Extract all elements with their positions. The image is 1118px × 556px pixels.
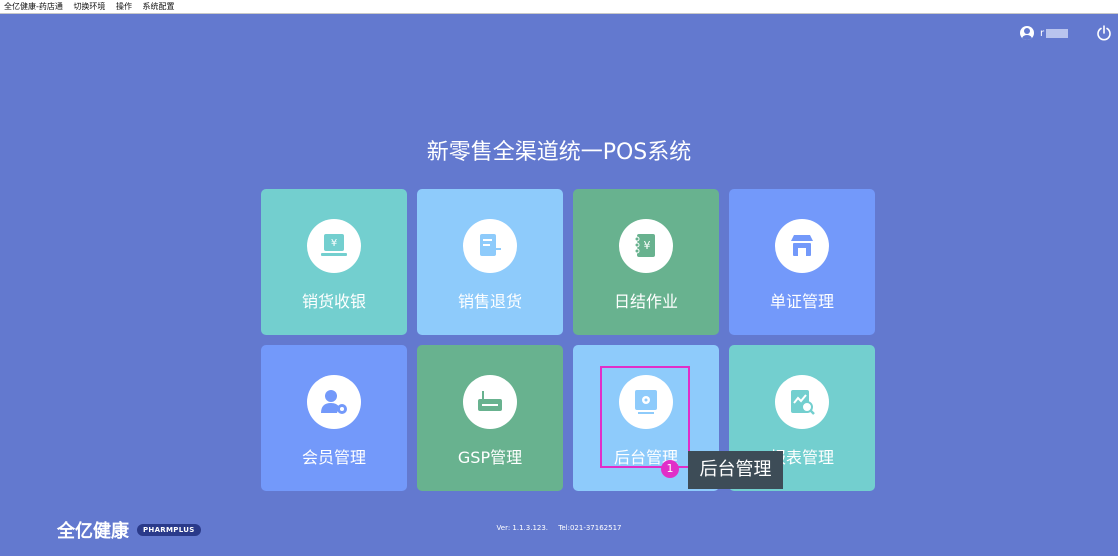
member-icon xyxy=(307,375,361,429)
tile-sales-return[interactable]: 销售退货 xyxy=(417,189,563,335)
power-icon[interactable] xyxy=(1096,25,1112,41)
store-icon xyxy=(775,219,829,273)
tooltip: 后台管理 xyxy=(688,451,783,489)
page-title: 新零售全渠道统一POS系统 xyxy=(426,140,692,165)
tile-cashier[interactable]: ¥ 销货收银 xyxy=(261,189,407,335)
menu-app-title[interactable]: 全亿健康-药店通 xyxy=(4,2,63,11)
return-icon xyxy=(463,219,517,273)
step-marker: 1 xyxy=(661,460,679,478)
highlight-box xyxy=(600,366,690,468)
menu-bar: 全亿健康-药店通 切换环境 操作 系统配置 xyxy=(0,0,1118,14)
tel-text: Tel:021-37162517 xyxy=(558,524,622,532)
username: r xyxy=(1040,27,1045,39)
tile-daily-settle[interactable]: ¥ 日结作业 xyxy=(573,189,719,335)
version-text: Ver: 1.1.3.123. xyxy=(496,524,549,532)
tile-label: 销货收银 xyxy=(301,292,366,311)
menu-system-config[interactable]: 系统配置 xyxy=(143,2,175,11)
menu-switch-env[interactable]: 切换环境 xyxy=(73,2,105,11)
user-area[interactable]: r xyxy=(1020,26,1069,40)
svg-text:¥: ¥ xyxy=(644,239,651,252)
tile-document-management[interactable]: 单证管理 xyxy=(729,189,875,335)
svg-text:¥: ¥ xyxy=(331,238,337,249)
user-avatar-icon[interactable] xyxy=(1020,26,1034,40)
report-icon xyxy=(775,375,829,429)
tile-label: 会员管理 xyxy=(301,448,366,467)
footer-info: Ver: 1.1.3.123. Tel:021-37162517 xyxy=(0,524,1118,532)
tile-label: 单证管理 xyxy=(769,292,834,311)
cashier-icon: ¥ xyxy=(307,219,361,273)
gsp-icon xyxy=(463,375,517,429)
tile-label: 日结作业 xyxy=(613,292,678,311)
tile-label: GSP管理 xyxy=(457,448,523,467)
username-redacted xyxy=(1046,28,1069,38)
tile-member-management[interactable]: 会员管理 xyxy=(261,345,407,491)
tile-gsp-management[interactable]: GSP管理 xyxy=(417,345,563,491)
daily-settle-icon: ¥ xyxy=(619,219,673,273)
tile-label: 销售退货 xyxy=(457,292,522,311)
menu-operate[interactable]: 操作 xyxy=(116,2,132,11)
